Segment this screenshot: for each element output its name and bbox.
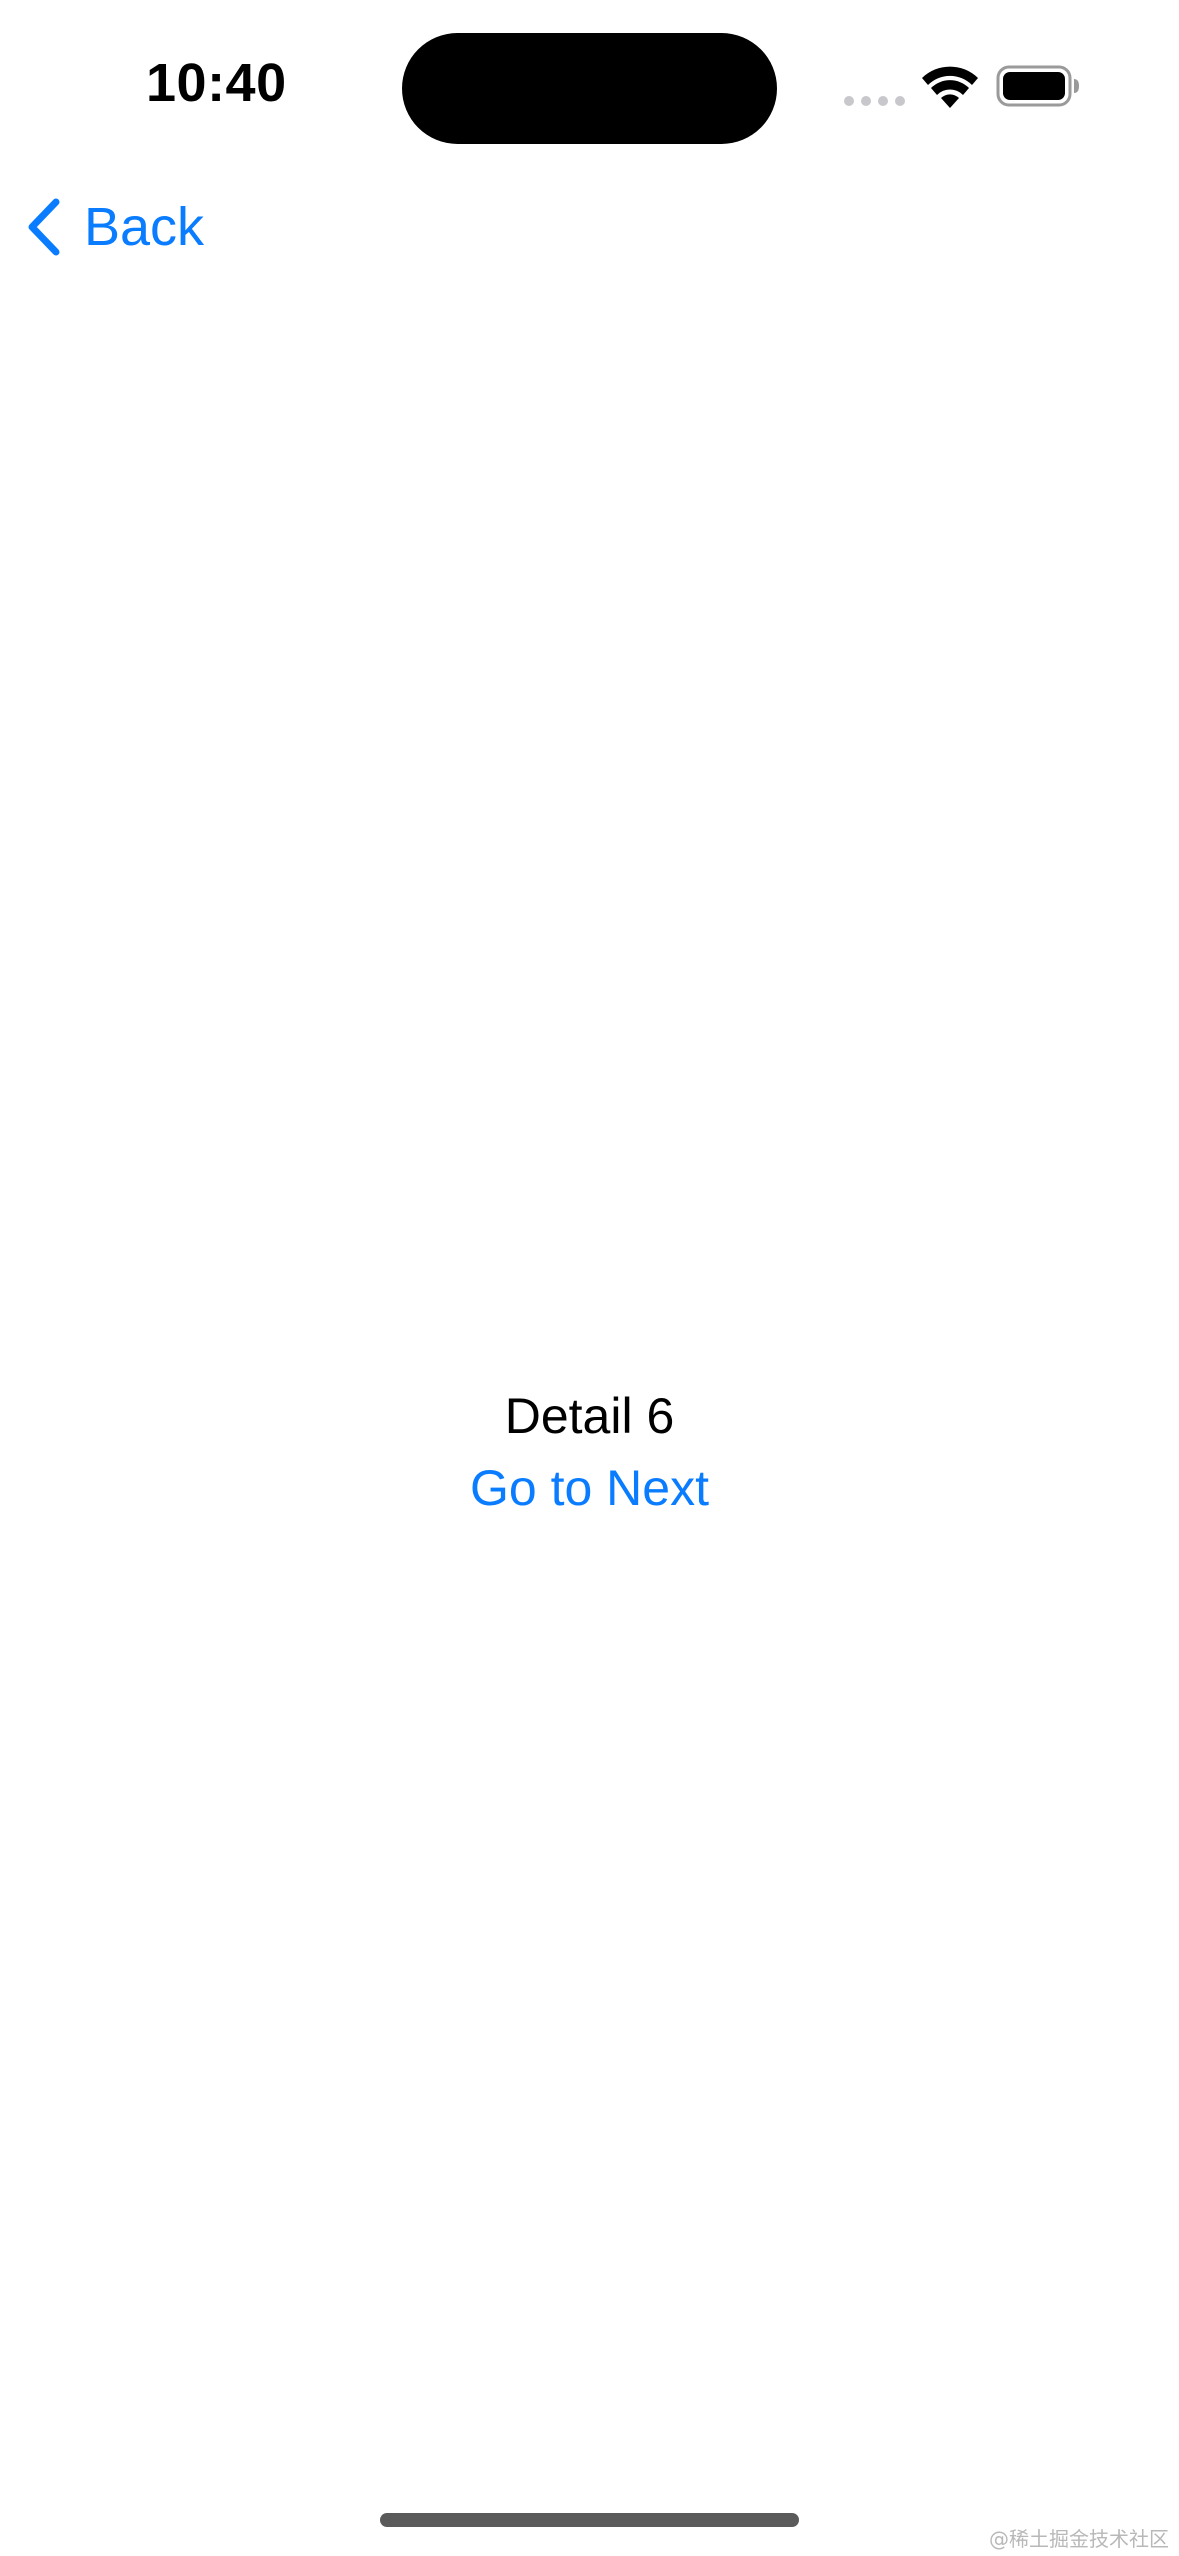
detail-content: Detail 6 Go to Next (0, 1380, 1179, 1524)
watermark: @稀土掘金技术社区 (989, 2527, 1169, 2551)
back-label: Back (84, 197, 205, 257)
page-title: Detail 6 (504, 1388, 675, 1444)
cellular-signal-icon (844, 94, 906, 108)
wifi-icon (922, 66, 978, 108)
battery-icon (996, 65, 1079, 107)
back-button[interactable]: Back (24, 194, 204, 260)
home-indicator[interactable] (380, 2513, 799, 2527)
dynamic-island (402, 33, 777, 144)
go-to-next-button[interactable]: Go to Next (470, 1452, 709, 1524)
chevron-left-icon (28, 198, 60, 256)
status-time: 10:40 (146, 53, 287, 113)
